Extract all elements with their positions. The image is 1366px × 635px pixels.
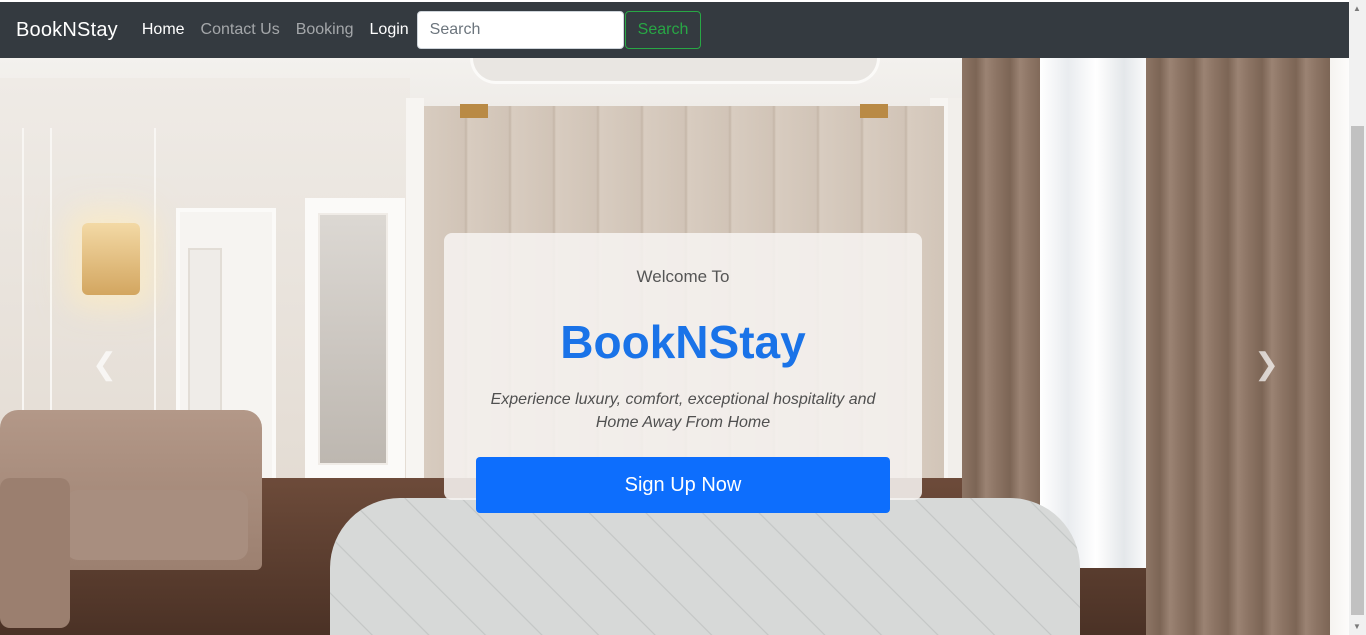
right-wall-edge (1330, 58, 1349, 635)
hero-carousel: ❮ ❯ Welcome To BookNStay Experience luxu… (0, 58, 1349, 635)
hero-tagline: Experience luxury, comfort, exceptional … (490, 391, 876, 431)
curtain (962, 58, 1044, 528)
ceiling-light (460, 104, 488, 118)
sofa-seat (66, 490, 248, 560)
curtain (1146, 58, 1336, 635)
navbar: BookNStay Home Contact Us Booking Login … (0, 0, 1349, 58)
scroll-down-arrow-icon[interactable]: ▼ (1353, 622, 1361, 631)
scrollbar-thumb[interactable] (1351, 126, 1364, 615)
search-button[interactable]: Search (624, 11, 702, 49)
pillar (406, 98, 424, 538)
wall-lamp (82, 223, 140, 295)
sofa-arm (0, 478, 70, 628)
ceiling-light (860, 104, 888, 118)
scroll-up-arrow-icon[interactable]: ▲ (1353, 4, 1361, 13)
nav-link-contact-us[interactable]: Contact Us (201, 21, 280, 39)
bed (330, 498, 1080, 635)
brand-logo[interactable]: BookNStay (16, 19, 118, 42)
nav-link-home[interactable]: Home (142, 21, 185, 39)
sign-up-button[interactable]: Sign Up Now (476, 457, 890, 513)
welcome-text: Welcome To (636, 267, 730, 286)
chevron-right-icon[interactable]: ❯ (1254, 350, 1279, 380)
mirror (318, 213, 388, 465)
nav-link-login[interactable]: Login (370, 21, 409, 39)
hero-title: BookNStay (560, 316, 806, 368)
ceiling-cove (470, 58, 880, 84)
search-input[interactable] (416, 11, 624, 49)
chevron-left-icon[interactable]: ❮ (92, 350, 117, 380)
nav-link-booking[interactable]: Booking (296, 21, 354, 39)
window-sheer (1040, 58, 1152, 568)
